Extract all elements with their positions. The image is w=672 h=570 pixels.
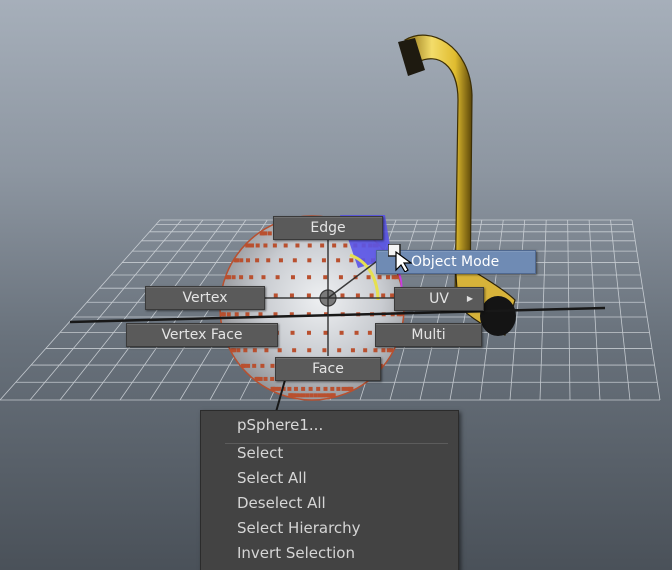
maya-3d-viewport[interactable]: Edge Vertex Vertex Face Face Multi UV ▶ …	[0, 0, 672, 570]
marking-menu-vertex-face-button[interactable]: Vertex Face	[126, 323, 278, 347]
context-menu-header-psphere1[interactable]: pSphere1...	[201, 411, 458, 439]
menu-item-invert-selection[interactable]: Invert Selection	[201, 541, 458, 566]
menu-item-select-all[interactable]: Select All	[201, 466, 458, 491]
marking-menu-edge-button[interactable]: Edge	[273, 216, 383, 240]
marking-menu-multi-button[interactable]: Multi	[375, 323, 482, 347]
marking-menu-face-button[interactable]: Face	[275, 357, 381, 381]
marking-menu-vertex-button[interactable]: Vertex	[145, 286, 265, 310]
menu-item-select[interactable]: Select	[201, 441, 458, 466]
uv-label: UV	[429, 291, 449, 307]
menu-item-deselect-all[interactable]: Deselect All	[201, 491, 458, 516]
marking-menu-uv-button[interactable]: UV ▶	[394, 287, 484, 311]
object-context-menu: pSphere1... Select Select All Deselect A…	[200, 410, 459, 570]
menu-item-select-hierarchy[interactable]: Select Hierarchy	[201, 516, 458, 541]
submenu-arrow-icon: ▶	[466, 294, 473, 303]
mouse-pointer-icon	[388, 244, 412, 272]
